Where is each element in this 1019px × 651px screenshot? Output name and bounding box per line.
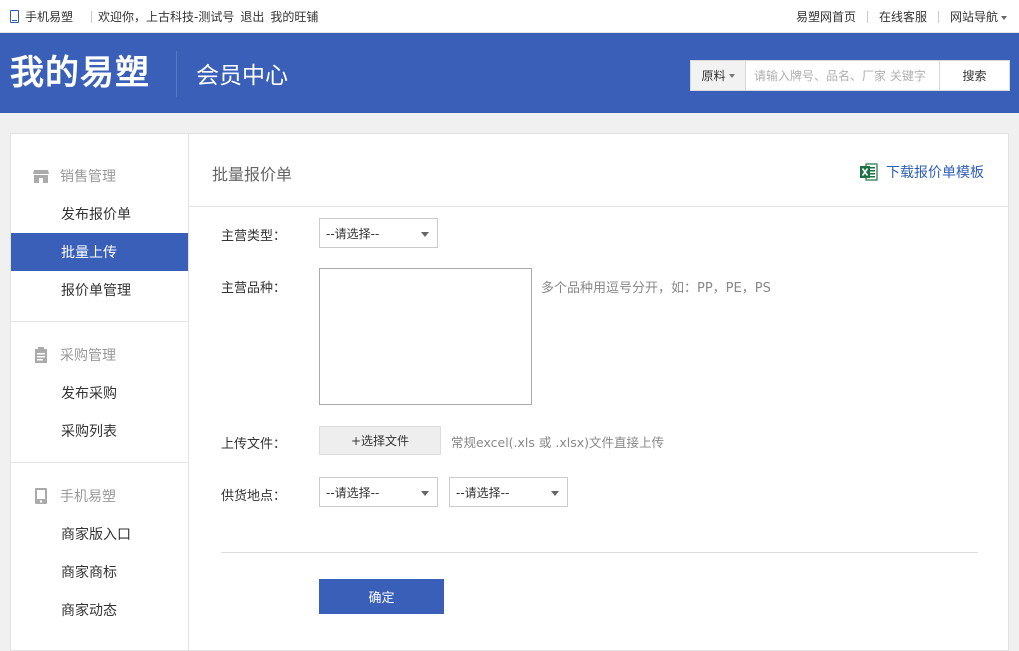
divider bbox=[91, 10, 93, 23]
excel-icon bbox=[860, 163, 878, 181]
clipboard-icon bbox=[35, 347, 47, 363]
home-link[interactable]: 易塑网首页 bbox=[796, 8, 856, 25]
store-icon bbox=[33, 170, 49, 183]
confirm-button[interactable]: 确定 bbox=[319, 579, 444, 614]
form-divider bbox=[221, 552, 978, 553]
type-label: 主营类型： bbox=[221, 229, 287, 244]
search-category-select[interactable]: 原料 bbox=[690, 60, 746, 91]
sidebar-group-label: 销售管理 bbox=[60, 169, 116, 185]
chevron-down-icon bbox=[551, 491, 559, 496]
panel-title: 批量报价单 bbox=[212, 165, 293, 184]
site-nav-menu[interactable]: 网站导航 bbox=[950, 8, 1007, 25]
type-select[interactable]: --请选择-- bbox=[319, 218, 438, 248]
chevron-down-icon bbox=[421, 491, 429, 496]
my-shop-link[interactable]: 我的旺铺 bbox=[270, 8, 318, 25]
sidebar-item-batch-upload[interactable]: 批量上传 bbox=[11, 233, 188, 271]
top-bar-right: 易塑网首页 在线客服 网站导航 bbox=[796, 0, 1007, 33]
download-label: 下载报价单模板 bbox=[886, 165, 984, 181]
sidebar-item-merchant-logo[interactable]: 商家商标 bbox=[11, 553, 188, 591]
page-title: 会员中心 bbox=[196, 63, 288, 89]
site-nav-label: 网站导航 bbox=[949, 10, 998, 24]
sidebar: 销售管理 发布报价单 批量上传 报价单管理 采购管理 发布采购 采购列表 手机易… bbox=[10, 133, 188, 651]
sidebar-item-merchant-entry[interactable]: 商家版入口 bbox=[11, 515, 188, 553]
location-city-value: --请选择-- bbox=[456, 485, 510, 500]
search-category-label: 原料 bbox=[701, 69, 726, 83]
welcome-text: 欢迎你，上古科技-测试号 bbox=[98, 10, 235, 24]
search-bar: 原料 搜索 bbox=[690, 60, 1010, 91]
service-link[interactable]: 在线客服 bbox=[879, 8, 927, 25]
upload-label: 上传文件： bbox=[221, 437, 287, 452]
location-province-value: --请选择-- bbox=[326, 485, 380, 500]
location-city-select[interactable]: --请选择-- bbox=[449, 477, 568, 507]
divider bbox=[937, 10, 939, 23]
sidebar-item-publish-purchase[interactable]: 发布采购 bbox=[11, 374, 188, 412]
type-select-value: --请选择-- bbox=[326, 226, 380, 241]
logout-link[interactable]: 退出 bbox=[240, 8, 264, 25]
sidebar-divider bbox=[11, 321, 188, 322]
sidebar-divider bbox=[11, 462, 188, 463]
upload-hint: 常规excel(.xls 或 .xlsx)文件直接上传 bbox=[451, 435, 664, 450]
sidebar-item-merchant-news[interactable]: 商家动态 bbox=[11, 591, 188, 629]
search-input[interactable] bbox=[746, 60, 939, 91]
choose-file-button[interactable]: +选择文件 bbox=[319, 426, 441, 455]
logo[interactable]: 我的易塑 bbox=[10, 53, 150, 93]
variety-hint: 多个品种用逗号分开，如：PP，PE，PS bbox=[541, 281, 771, 296]
variety-textarea[interactable] bbox=[319, 268, 532, 405]
main-header: 批量报价单 下载报价单模板 bbox=[189, 134, 1008, 207]
location-province-select[interactable]: --请选择-- bbox=[319, 477, 438, 507]
mobile-link[interactable]: 手机易塑 bbox=[25, 8, 73, 25]
main-panel: 批量报价单 下载报价单模板 主营类型： --请选择-- 主营品种： 多个品种用逗… bbox=[188, 133, 1009, 651]
search-button[interactable]: 搜索 bbox=[939, 60, 1010, 91]
chevron-down-icon bbox=[1001, 15, 1007, 20]
chevron-down-icon bbox=[728, 73, 735, 78]
top-bar-left: 手机易塑 欢迎你，上古科技-测试号 退出 我的旺铺 bbox=[10, 0, 324, 33]
header: 我的易塑 会员中心 原料 搜索 bbox=[0, 33, 1019, 113]
sidebar-group-sales: 销售管理 bbox=[11, 157, 188, 195]
mobile-icon bbox=[10, 10, 19, 23]
mobile-icon bbox=[35, 488, 47, 504]
sidebar-group-label: 手机易塑 bbox=[60, 489, 116, 505]
chevron-down-icon bbox=[421, 232, 429, 237]
top-bar: 手机易塑 欢迎你，上古科技-测试号 退出 我的旺铺 易塑网首页 在线客服 网站导… bbox=[0, 0, 1019, 33]
sidebar-item-publish-quote[interactable]: 发布报价单 bbox=[11, 195, 188, 233]
sidebar-group-mobile: 手机易塑 bbox=[11, 477, 188, 515]
sidebar-item-purchase-list[interactable]: 采购列表 bbox=[11, 412, 188, 450]
download-template-link[interactable]: 下载报价单模板 bbox=[860, 162, 984, 182]
location-label: 供货地点： bbox=[221, 489, 287, 504]
sidebar-group-purchase: 采购管理 bbox=[11, 336, 188, 374]
divider bbox=[866, 10, 868, 23]
sidebar-group-label: 采购管理 bbox=[60, 348, 116, 364]
header-divider bbox=[176, 51, 177, 97]
variety-label: 主营品种： bbox=[221, 281, 287, 296]
sidebar-item-quote-management[interactable]: 报价单管理 bbox=[11, 271, 188, 309]
